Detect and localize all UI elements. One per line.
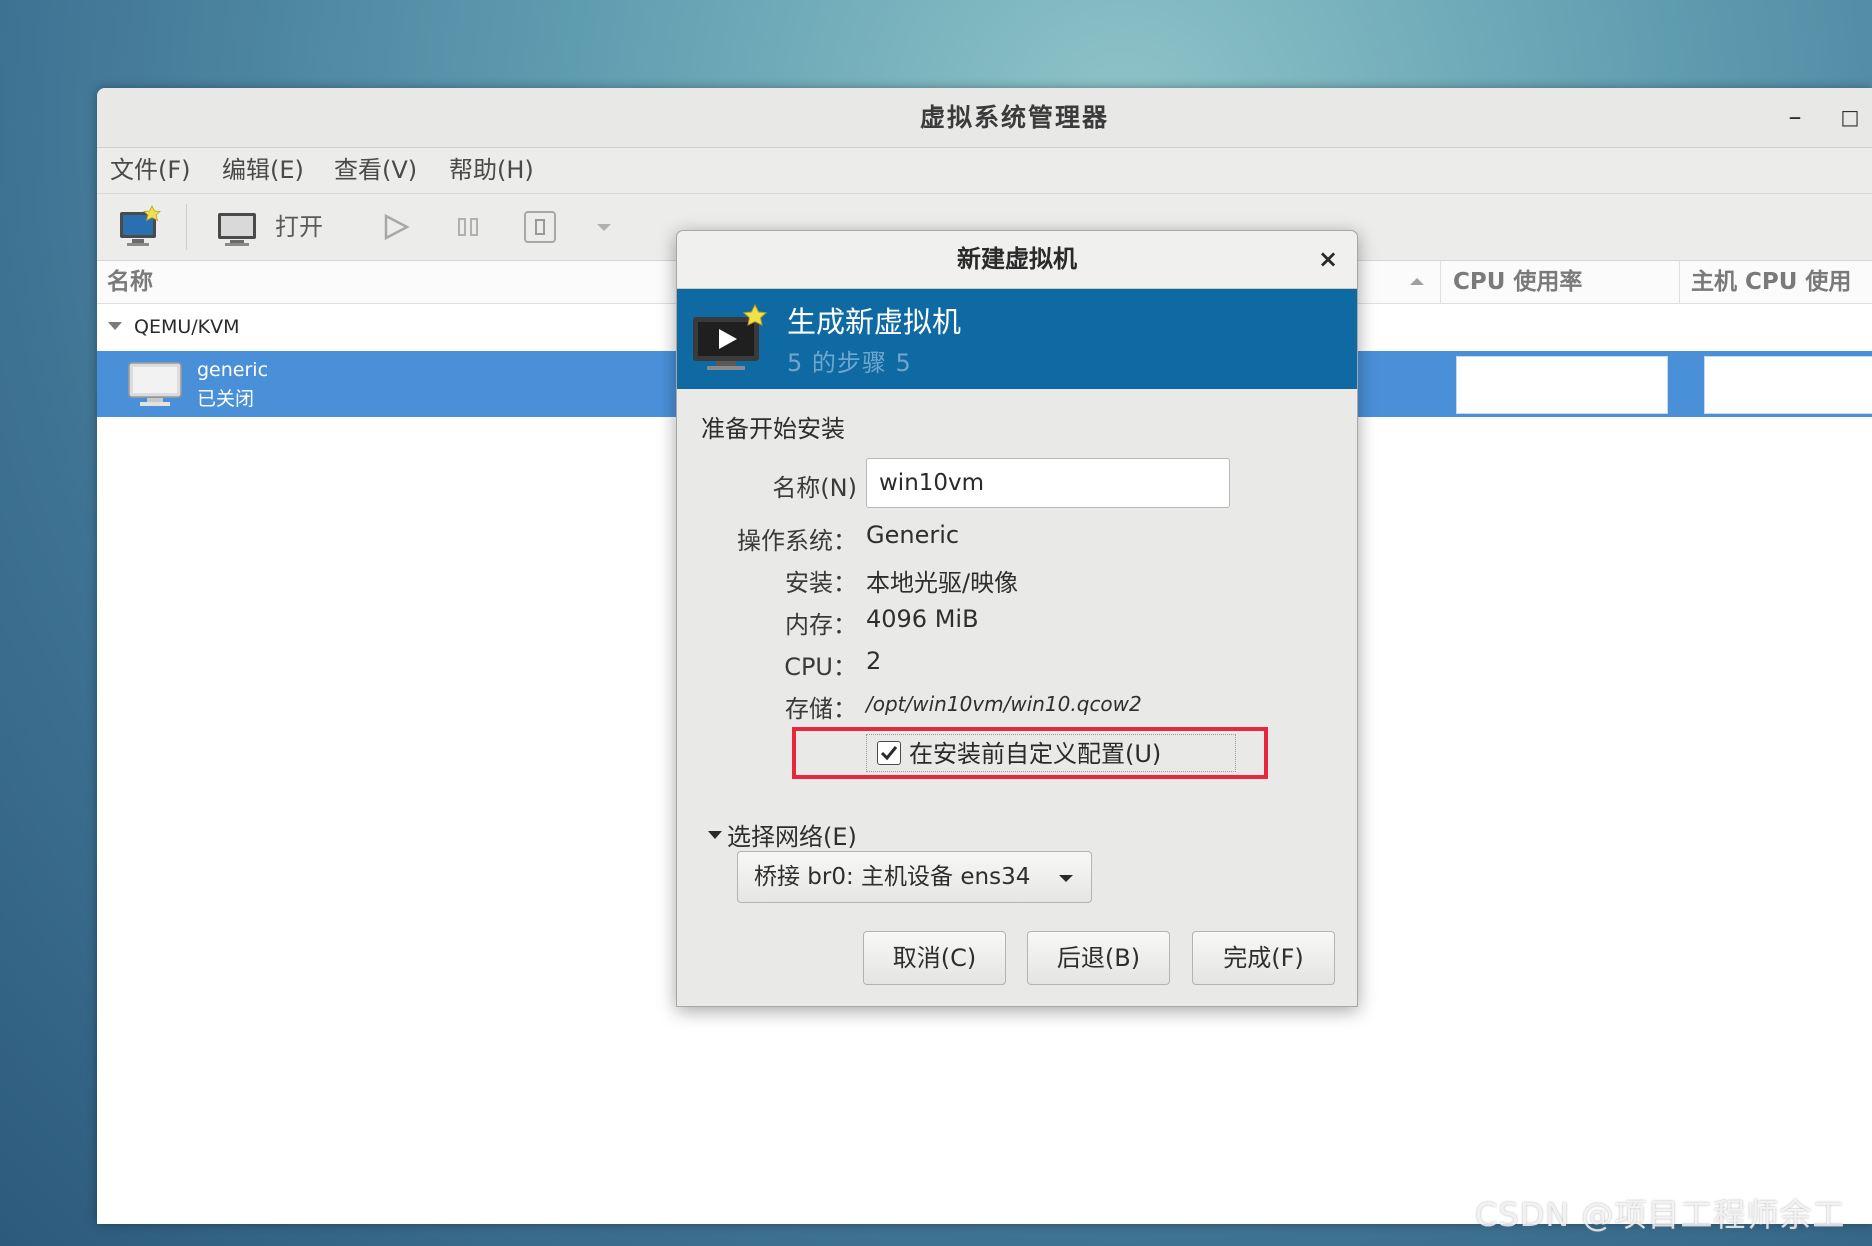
column-divider — [1679, 261, 1680, 303]
name-input[interactable] — [866, 458, 1230, 508]
cpu-value: 2 — [866, 647, 882, 675]
minimize-button[interactable]: – — [1780, 102, 1810, 132]
banner-step: 5 的步骤 5 — [787, 349, 912, 377]
column-cpu-usage[interactable]: CPU 使用率 — [1453, 261, 1582, 303]
sort-ascending-icon[interactable] — [1407, 271, 1427, 291]
chevron-down-icon[interactable] — [594, 204, 614, 250]
menu-bar: 文件(F) 编辑(E) 查看(V) 帮助(H) — [97, 148, 1872, 194]
cancel-button[interactable]: 取消(C) — [863, 931, 1006, 985]
finish-button[interactable]: 完成(F) — [1192, 931, 1335, 985]
network-expander[interactable]: 选择网络(E) — [727, 817, 857, 852]
cpu-usage-graph — [1456, 356, 1668, 414]
close-icon[interactable]: × — [1312, 243, 1344, 275]
name-label: 名称(N) — [772, 474, 857, 502]
stop-icon[interactable] — [522, 204, 558, 250]
vm-monitor-icon — [127, 359, 183, 409]
customize-label[interactable]: 在安装前自定义配置(U) — [909, 735, 1161, 773]
customize-checkbox-row[interactable]: 在安装前自定义配置(U) — [866, 734, 1236, 772]
back-button[interactable]: 后退(B) — [1027, 931, 1170, 985]
install-label: 安装： — [785, 569, 857, 597]
new-vm-dialog: 新建虚拟机 × 生成新虚拟机 5 的步骤 5 准备开始安装 名称(N) 操作系统… — [676, 230, 1358, 1007]
play-icon[interactable] — [379, 204, 413, 250]
expander-down-icon[interactable] — [707, 827, 723, 843]
monitor-icon[interactable] — [215, 204, 259, 250]
new-vm-banner-icon — [689, 303, 773, 375]
open-button[interactable]: 打开 — [275, 194, 323, 260]
menu-view[interactable]: 查看(V) — [334, 148, 417, 193]
new-vm-icon[interactable] — [117, 204, 163, 250]
storage-path: /opt/win10vm/win10.qcow2 — [866, 692, 1142, 716]
memory-value: 4096 MiB — [866, 605, 979, 633]
customize-checkbox[interactable] — [877, 741, 901, 765]
window-title: 虚拟系统管理器 — [919, 103, 1109, 132]
network-select-value: 桥接 br0: 主机设备 ens34 — [754, 864, 1031, 890]
connection-name: QEMU/KVM — [134, 316, 240, 338]
os-label: 操作系统： — [737, 527, 857, 555]
chevron-down-icon — [1056, 868, 1076, 888]
banner-title: 生成新虚拟机 — [787, 305, 962, 339]
vm-status: 已关闭 — [197, 388, 255, 410]
toolbar-separator — [186, 204, 187, 250]
menu-help[interactable]: 帮助(H) — [449, 148, 534, 193]
section-title: 准备开始安装 — [701, 415, 845, 443]
checkmark-icon — [880, 746, 898, 761]
menu-file[interactable]: 文件(F) — [110, 148, 191, 193]
expander-down-icon[interactable] — [107, 318, 123, 334]
column-host-cpu-usage[interactable]: 主机 CPU 使用 — [1691, 261, 1851, 303]
cpu-label: CPU： — [784, 653, 857, 681]
pause-icon[interactable] — [452, 204, 486, 250]
storage-label: 存储： — [785, 695, 857, 723]
column-name[interactable]: 名称 — [107, 261, 153, 303]
watermark: CSDN @项目工程师余工 — [1475, 1196, 1846, 1234]
install-value: 本地光驱/映像 — [866, 569, 1019, 597]
os-value: Generic — [866, 521, 960, 549]
dialog-banner: 生成新虚拟机 5 的步骤 5 — [677, 289, 1357, 389]
maximize-button[interactable]: □ — [1835, 102, 1865, 132]
column-divider — [1440, 261, 1441, 303]
memory-label: 内存： — [785, 611, 857, 639]
menu-edit[interactable]: 编辑(E) — [222, 148, 304, 193]
title-bar: 虚拟系统管理器 – □ — [97, 88, 1872, 148]
network-select[interactable]: 桥接 br0: 主机设备 ens34 — [737, 851, 1092, 903]
dialog-title-bar: 新建虚拟机 × — [677, 231, 1357, 289]
vm-name: generic — [197, 359, 269, 381]
dialog-title: 新建虚拟机 — [957, 245, 1077, 273]
host-cpu-usage-graph — [1704, 356, 1872, 414]
